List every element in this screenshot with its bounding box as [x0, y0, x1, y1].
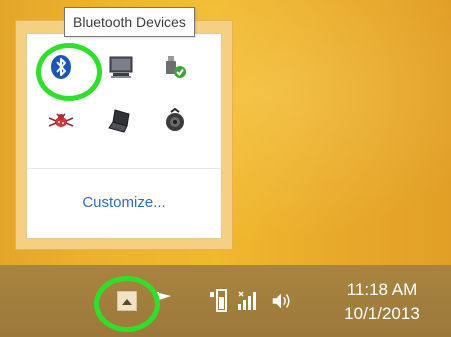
volume-button[interactable] [270, 289, 292, 313]
power-button[interactable] [208, 289, 230, 313]
customize-link[interactable]: Customize... [27, 194, 221, 211]
clock-date: 10/1/2013 [344, 304, 420, 323]
network-button[interactable] [236, 289, 258, 313]
media-disc-icon [166, 108, 184, 131]
taskbar: 11:18 AM 10/1/2013 [0, 265, 451, 337]
safely-remove-hardware-icon [166, 56, 186, 78]
clock-time: 11:18 AM [346, 280, 418, 299]
panel-divider [27, 168, 221, 169]
network-icon [238, 291, 256, 310]
media-disc-tray-icon[interactable] [160, 106, 190, 136]
laptop-tray-icon[interactable] [106, 106, 136, 136]
bluetooth-highlight-circle [36, 43, 102, 101]
bug-tray-icon[interactable] [46, 106, 76, 136]
display-icon [109, 56, 133, 78]
power-icon [210, 289, 227, 312]
bug-icon [48, 113, 74, 127]
display-tray-icon[interactable] [106, 52, 136, 82]
show-hidden-highlight-circle [94, 276, 160, 332]
taskbar-clock[interactable]: 11:18 AM 10/1/2013 [326, 278, 438, 326]
laptop-icon [108, 109, 130, 133]
volume-icon [272, 293, 290, 309]
safely-remove-hardware-tray-icon[interactable] [160, 52, 190, 82]
bluetooth-tooltip: Bluetooth Devices [64, 7, 195, 37]
